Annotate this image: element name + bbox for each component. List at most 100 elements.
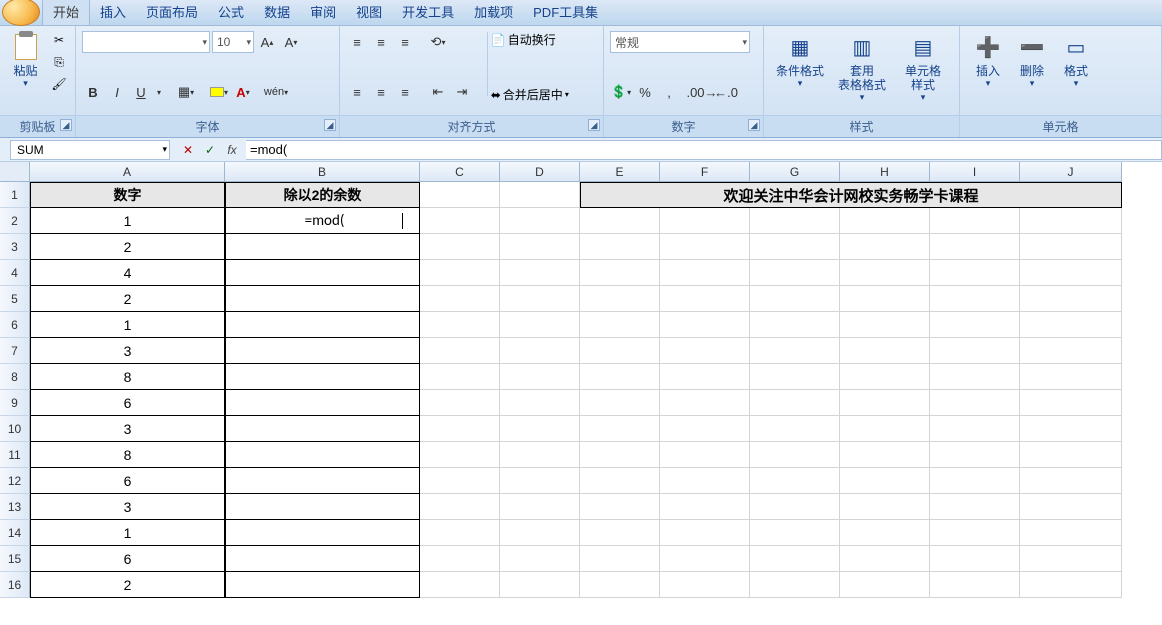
cell-G6[interactable] (750, 312, 840, 338)
decrease-indent-button[interactable]: ⇤ (427, 81, 449, 103)
cell-H12[interactable] (840, 468, 930, 494)
insert-function-button[interactable]: fx (222, 141, 242, 159)
name-box[interactable]: SUM ▾ (10, 140, 170, 160)
row-header-13[interactable]: 13 (0, 494, 30, 520)
cell-D14[interactable] (500, 520, 580, 546)
cell-J8[interactable] (1020, 364, 1122, 390)
copy-button[interactable]: ⎘ (49, 52, 69, 72)
tab-pdf-tools[interactable]: PDF工具集 (523, 0, 608, 25)
cell-B9[interactable] (225, 390, 420, 416)
number-format-combo[interactable]: 常规 (610, 31, 750, 53)
font-size-combo[interactable]: 10 (212, 31, 254, 53)
wrap-text-button[interactable]: 📄 自动换行 (491, 31, 597, 48)
cell-J12[interactable] (1020, 468, 1122, 494)
cell-B8[interactable] (225, 364, 420, 390)
cell-C15[interactable] (420, 546, 500, 572)
cell-J15[interactable] (1020, 546, 1122, 572)
row-header-14[interactable]: 14 (0, 520, 30, 546)
increase-decimal-button[interactable]: .00→ (691, 81, 713, 103)
cell-E13[interactable] (580, 494, 660, 520)
cell-A8[interactable]: 8 (30, 364, 225, 390)
cell-D6[interactable] (500, 312, 580, 338)
cell-B4[interactable] (225, 260, 420, 286)
cell-I6[interactable] (930, 312, 1020, 338)
cell-C6[interactable] (420, 312, 500, 338)
cell-J6[interactable] (1020, 312, 1122, 338)
cell-B7[interactable] (225, 338, 420, 364)
cell-F11[interactable] (660, 442, 750, 468)
cell-J11[interactable] (1020, 442, 1122, 468)
cell-H4[interactable] (840, 260, 930, 286)
cell-G11[interactable] (750, 442, 840, 468)
row-header-15[interactable]: 15 (0, 546, 30, 572)
underline-button[interactable]: U (130, 81, 152, 103)
increase-font-button[interactable]: A▴ (256, 31, 278, 53)
phonetic-button[interactable]: wén▾ (265, 81, 287, 103)
enter-formula-button[interactable]: ✓ (200, 141, 220, 159)
cell-E4[interactable] (580, 260, 660, 286)
cells-area[interactable]: 数字除以2的余数欢迎关注中华会计网校实务畅学卡课程1=mod(242138638… (30, 182, 1162, 598)
col-header-A[interactable]: A (30, 162, 225, 182)
cell-H10[interactable] (840, 416, 930, 442)
cell-H2[interactable] (840, 208, 930, 234)
cell-E8[interactable] (580, 364, 660, 390)
cell-E10[interactable] (580, 416, 660, 442)
cell-D10[interactable] (500, 416, 580, 442)
cell-G12[interactable] (750, 468, 840, 494)
cell-D7[interactable] (500, 338, 580, 364)
cell-D16[interactable] (500, 572, 580, 598)
delete-cells-button[interactable]: ➖ 删除▾ (1010, 30, 1054, 91)
cell-I5[interactable] (930, 286, 1020, 312)
comma-button[interactable]: , (658, 81, 680, 103)
row-header-11[interactable]: 11 (0, 442, 30, 468)
cell-C7[interactable] (420, 338, 500, 364)
cell-E7[interactable] (580, 338, 660, 364)
col-header-E[interactable]: E (580, 162, 660, 182)
cell-E2[interactable] (580, 208, 660, 234)
cell-F2[interactable] (660, 208, 750, 234)
spreadsheet-grid[interactable]: A B C D E F G H I J 12345678910111213141… (0, 162, 1162, 625)
cell-D8[interactable] (500, 364, 580, 390)
cell-H3[interactable] (840, 234, 930, 260)
col-header-B[interactable]: B (225, 162, 420, 182)
cell-H11[interactable] (840, 442, 930, 468)
cell-styles-button[interactable]: ▤ 单元格 样式▾ (894, 30, 952, 105)
cell-J5[interactable] (1020, 286, 1122, 312)
cell-G5[interactable] (750, 286, 840, 312)
cell-A13[interactable]: 3 (30, 494, 225, 520)
format-cells-button[interactable]: ▭ 格式▾ (1054, 30, 1098, 91)
tab-addins[interactable]: 加载项 (464, 0, 523, 25)
increase-indent-button[interactable]: ⇥ (451, 81, 473, 103)
cell-F12[interactable] (660, 468, 750, 494)
cell-B6[interactable] (225, 312, 420, 338)
cell-G8[interactable] (750, 364, 840, 390)
underline-dropdown[interactable]: ▾ (154, 81, 164, 103)
cell-B13[interactable] (225, 494, 420, 520)
cell-G2[interactable] (750, 208, 840, 234)
cell-H14[interactable] (840, 520, 930, 546)
banner-cell[interactable]: 欢迎关注中华会计网校实务畅学卡课程 (580, 182, 1122, 208)
cell-A15[interactable]: 6 (30, 546, 225, 572)
font-name-combo[interactable] (82, 31, 210, 53)
align-center-button[interactable]: ≡ (370, 81, 392, 103)
row-headers[interactable]: 12345678910111213141516 (0, 182, 30, 598)
tab-developer[interactable]: 开发工具 (392, 0, 464, 25)
tab-page-layout[interactable]: 页面布局 (136, 0, 208, 25)
cell-A1[interactable]: 数字 (30, 182, 225, 208)
row-header-5[interactable]: 5 (0, 286, 30, 312)
cell-B5[interactable] (225, 286, 420, 312)
cell-A16[interactable]: 2 (30, 572, 225, 598)
cell-G3[interactable] (750, 234, 840, 260)
col-header-I[interactable]: I (930, 162, 1020, 182)
font-dialog-launcher[interactable]: ◢ (324, 119, 336, 131)
cell-J7[interactable] (1020, 338, 1122, 364)
cell-D4[interactable] (500, 260, 580, 286)
tab-data[interactable]: 数据 (254, 0, 300, 25)
cell-C12[interactable] (420, 468, 500, 494)
cell-C9[interactable] (420, 390, 500, 416)
col-header-H[interactable]: H (840, 162, 930, 182)
decrease-font-button[interactable]: A▾ (280, 31, 302, 53)
row-header-4[interactable]: 4 (0, 260, 30, 286)
cell-A10[interactable]: 3 (30, 416, 225, 442)
cell-I16[interactable] (930, 572, 1020, 598)
